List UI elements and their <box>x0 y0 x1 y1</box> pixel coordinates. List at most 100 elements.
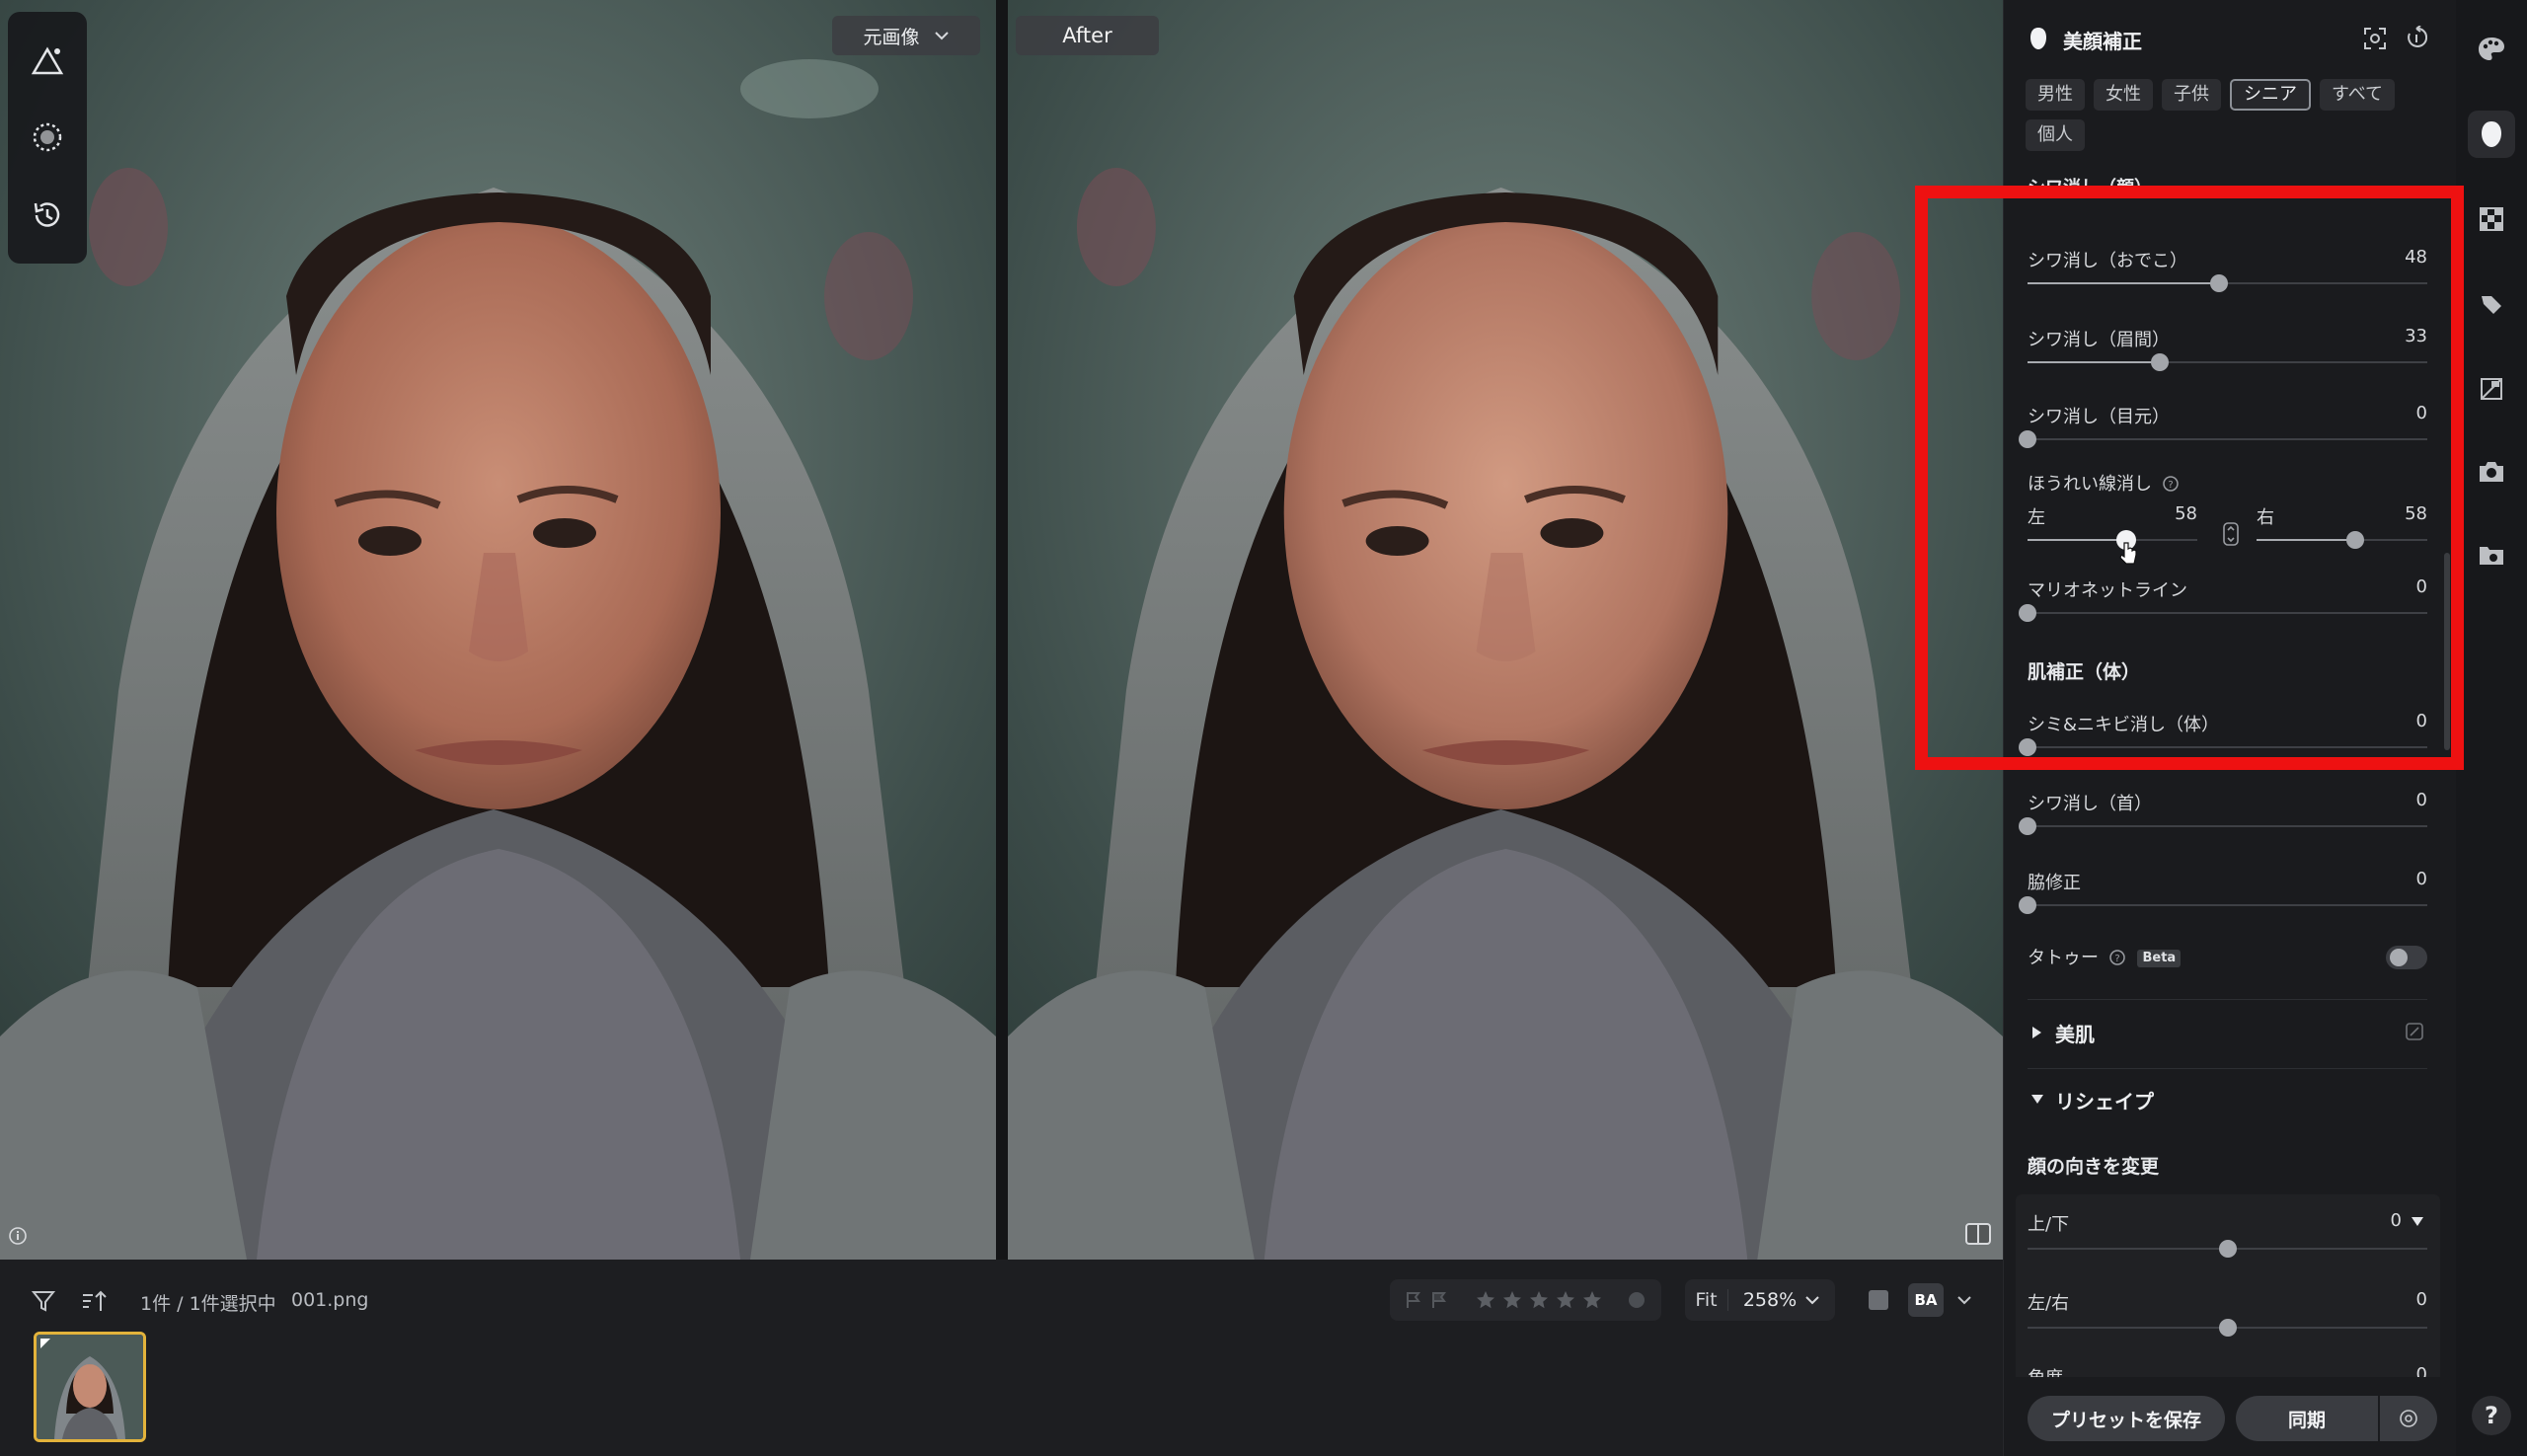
slider-track[interactable] <box>2028 1319 2427 1337</box>
after-label: After <box>1016 16 1159 55</box>
chip-child[interactable]: 子供 <box>2162 79 2221 111</box>
slider-knob[interactable] <box>2218 1240 2237 1258</box>
face-icon[interactable] <box>2468 111 2515 158</box>
checker-icon[interactable] <box>2474 201 2509 237</box>
caret-right-icon <box>2032 1027 2041 1038</box>
slider-track[interactable] <box>2019 896 2427 914</box>
zoom-fit-button[interactable]: Fit <box>1685 1289 1728 1311</box>
compare-mode-label: 元画像 <box>863 26 920 48</box>
slider-track[interactable] <box>2019 817 2427 835</box>
zoom-control[interactable]: Fit 258% <box>1685 1279 1835 1321</box>
settings-circle-icon <box>2400 1410 2417 1427</box>
slider-track[interactable] <box>2028 1240 2427 1258</box>
edit-off-icon[interactable] <box>2404 1021 2425 1042</box>
beta-badge: Beta <box>2137 950 2182 967</box>
rating-group <box>1390 1279 1661 1321</box>
face-direction-title: 顔の向きを変更 <box>2028 1156 2160 1178</box>
zoom-value: 258% <box>1742 1289 1798 1311</box>
slider-knob[interactable] <box>2019 896 2036 914</box>
compare-mode-dropdown[interactable]: 元画像 <box>832 16 980 55</box>
slider-label: 脇修正 <box>2028 873 2081 893</box>
section-reshape-title: リシェイプ <box>2055 1090 2154 1113</box>
module-rail: ? <box>2456 0 2527 1456</box>
info-icon[interactable] <box>8 1226 28 1246</box>
chip-senior[interactable]: シニア <box>2230 79 2311 111</box>
panel-header: 美顔補正 <box>2004 0 2457 81</box>
triangle-spark-icon[interactable] <box>26 38 69 82</box>
tattoo-row: タトゥー ? Beta <box>2028 944 2427 973</box>
panel-title: 美顔補正 <box>2063 30 2142 53</box>
slider-label: 角度 <box>2028 1364 2063 1377</box>
section-reshape[interactable]: リシェイプ <box>2028 1086 2427 1115</box>
preset-chips: 男性 女性 子供 シニア すべて 個人 <box>2026 79 2440 151</box>
tattoo-label: タトゥー ? Beta <box>2028 948 2182 968</box>
face-icon <box>2030 28 2046 49</box>
before-after-view-button[interactable]: BA <box>1908 1283 1944 1317</box>
reset-icon[interactable] <box>2406 26 2427 51</box>
star-icon[interactable] <box>1501 1289 1523 1311</box>
caret-down-icon[interactable] <box>2410 1214 2425 1228</box>
selection-count: 1件 / 1件選択中 <box>140 1293 276 1315</box>
slider-knob[interactable] <box>2218 1319 2237 1337</box>
split-view-icon[interactable] <box>1963 1220 1993 1248</box>
slider-value[interactable]: 0 <box>2416 1289 2427 1310</box>
chip-personal[interactable]: 個人 <box>2026 119 2085 151</box>
camera-icon[interactable] <box>2474 454 2509 490</box>
color-label-icon[interactable] <box>1627 1290 1646 1310</box>
help-circle-icon[interactable]: ? <box>2108 949 2126 966</box>
chip-all[interactable]: すべて <box>2320 79 2396 111</box>
highlight-box <box>1915 186 2464 770</box>
filmstrip-bar: 1件 / 1件選択中 001.png Fit 258% BA <box>0 1260 2003 1456</box>
flag-reject-icon[interactable] <box>1429 1290 1449 1310</box>
sync-settings-button[interactable] <box>2380 1396 2437 1441</box>
chip-male[interactable]: 男性 <box>2026 79 2085 111</box>
section-beauty-skin-title: 美肌 <box>2055 1023 2095 1046</box>
tag-icon[interactable] <box>2474 286 2509 322</box>
divider <box>2028 999 2427 1000</box>
slider-label: 左/右 <box>2028 1293 2070 1314</box>
before-image <box>0 0 996 1260</box>
svg-text:?: ? <box>2114 954 2119 964</box>
help-button[interactable]: ? <box>2472 1396 2511 1435</box>
star-icon[interactable] <box>1475 1289 1496 1311</box>
face-direction-card <box>2016 1194 2440 1377</box>
palette-icon[interactable] <box>2474 32 2509 67</box>
face-detect-icon[interactable] <box>2362 26 2388 51</box>
filter-icon[interactable] <box>30 1287 57 1315</box>
sync-button[interactable]: 同期 <box>2236 1396 2378 1441</box>
divider <box>2028 1068 2427 1069</box>
chip-female[interactable]: 女性 <box>2094 79 2153 111</box>
star-icon[interactable] <box>1555 1289 1576 1311</box>
image-divider[interactable] <box>996 0 1008 1260</box>
caret-down-icon <box>2031 1095 2043 1104</box>
tattoo-toggle[interactable] <box>2386 946 2427 969</box>
chevron-down-icon <box>934 32 949 40</box>
slider-value[interactable]: 0 <box>2416 1364 2427 1377</box>
chevron-down-icon <box>1805 1296 1819 1305</box>
slider-label: シワ消し（首） <box>2028 794 2152 814</box>
slider-value[interactable]: 0 <box>2391 1210 2402 1231</box>
slider-value[interactable]: 0 <box>2416 869 2427 889</box>
slider-value[interactable]: 0 <box>2416 790 2427 810</box>
section-beauty-skin[interactable]: 美肌 <box>2028 1019 2427 1048</box>
sort-icon[interactable] <box>79 1287 109 1315</box>
left-tool-rail <box>8 12 87 264</box>
thumbnail-001[interactable] <box>34 1332 146 1442</box>
star-rating[interactable] <box>1475 1289 1603 1311</box>
slider-label: 上/下 <box>2028 1214 2070 1235</box>
history-icon[interactable] <box>26 193 69 237</box>
star-icon[interactable] <box>1581 1289 1603 1311</box>
save-preset-button[interactable]: プリセットを保存 <box>2028 1396 2225 1441</box>
folder-camera-icon[interactable] <box>2474 537 2509 573</box>
blur-circle-icon[interactable] <box>26 115 69 159</box>
star-icon[interactable] <box>1528 1289 1550 1311</box>
single-view-button[interactable] <box>1869 1290 1888 1310</box>
zoom-dropdown[interactable]: 258% <box>1728 1289 1835 1311</box>
panel-footer: プリセットを保存 同期 <box>2004 1382 2457 1456</box>
flag-icon[interactable] <box>1404 1290 1423 1310</box>
slider-knob[interactable] <box>2019 817 2036 835</box>
chevron-down-icon[interactable] <box>1953 1289 1975 1311</box>
crop-icon[interactable] <box>2474 371 2509 407</box>
after-image <box>1008 0 2003 1260</box>
file-name: 001.png <box>291 1289 369 1311</box>
